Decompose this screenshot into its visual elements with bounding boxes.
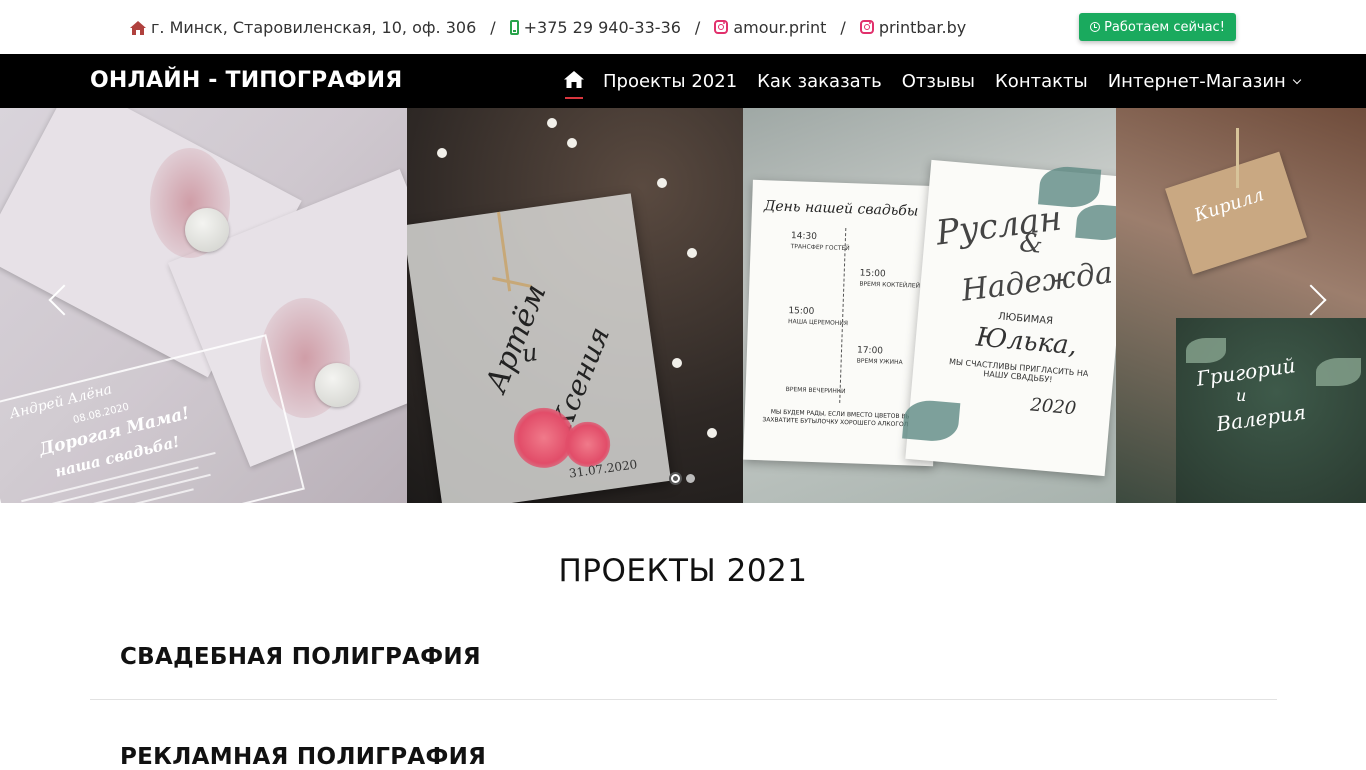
wax-seal [315, 363, 359, 407]
green-and: и [1236, 386, 1247, 405]
acrylic-invitation: Андрей Алёна 08.08.2020 Дорогая Мама! на… [0, 334, 305, 503]
slider-dot-1[interactable] [669, 472, 682, 485]
timeline-note: МЫ БУДЕМ РАДЫ, ЕСЛИ ВМЕСТО ЦВЕТОВ ВЫ ЗАХ… [762, 408, 919, 429]
green-name-2: Валерия [1214, 399, 1308, 437]
timeline-time: 14:30 [790, 231, 818, 243]
babys-breath-flower [657, 178, 667, 188]
instagram-text: printbar.by [878, 17, 967, 37]
chevron-down-icon [1292, 75, 1302, 84]
separator: / [490, 17, 496, 37]
working-now-button[interactable]: Работаем сейчас! [1079, 13, 1236, 41]
instagram-text: amour.print [733, 17, 827, 37]
wax-seal [185, 208, 229, 252]
text-line [28, 488, 194, 503]
section-title: ПРОЕКТЫ 2021 [558, 553, 808, 589]
address-item: г. Минск, Старовиленская, 10, оф. 306 [130, 18, 476, 37]
home-icon [564, 70, 584, 92]
card-year: 2020 [1029, 394, 1078, 420]
twine [1236, 128, 1239, 188]
nav-reviews[interactable]: Отзывы [902, 71, 975, 92]
clock-icon [1090, 22, 1101, 32]
tag-name: Кирилл [1191, 184, 1267, 227]
slide-photo-timeline: День нашей свадьбы 14:30 ТРАНСФЕР ГОСТЕЙ… [743, 108, 1116, 503]
instagram-icon [714, 20, 729, 34]
leaf [1075, 202, 1116, 243]
vellum-name-1: Артём [478, 279, 554, 398]
babys-breath-flower [547, 118, 557, 128]
leaf [1316, 358, 1361, 386]
timeline-time: 15:00 [859, 268, 886, 280]
mobile-phone-icon [509, 19, 519, 35]
vellum-and: и [520, 338, 540, 368]
slider-indicators [669, 472, 699, 485]
card-name-2: Надежда [959, 255, 1115, 309]
timeline-title: День нашей свадьбы [763, 198, 919, 220]
babys-breath-flower [437, 148, 447, 158]
instagram-link-printbar[interactable]: printbar.by [859, 17, 967, 37]
slide-photo-kraft: Кирилл Григорий и Валерия [1116, 108, 1366, 503]
site-brand[interactable]: ОНЛАЙН - ТИПОГРАФИЯ [90, 68, 402, 93]
babys-breath-flower [707, 428, 717, 438]
timeline-event: ВРЕМЯ КОКТЕЙЛЕЙ [859, 280, 921, 290]
timeline-time: 17:00 [856, 345, 884, 357]
vellum-invitation: Артём и Ксения 31.07.2020 [407, 193, 672, 503]
nav-how-to-order[interactable]: Как заказать [757, 71, 882, 92]
top-contact-bar: г. Минск, Старовиленская, 10, оф. 306 / … [0, 0, 1366, 54]
category-wedding-printing[interactable]: СВАДЕБНАЯ ПОЛИГРАФИЯ [120, 644, 481, 670]
category-advertising-printing[interactable]: РЕКЛАМНАЯ ПОЛИГРАФИЯ [120, 744, 486, 770]
timeline-time: 15:00 [788, 306, 815, 317]
timeline-axis [839, 228, 847, 403]
timeline-event: ВРЕМЯ УЖИНА [856, 357, 903, 367]
slider-dot-2[interactable] [686, 474, 695, 483]
leaf [902, 398, 961, 444]
separator: / [840, 17, 846, 37]
hero-slider: Андрей Алёна 08.08.2020 Дорогая Мама! на… [0, 108, 1366, 503]
nav-online-shop-label: Интернет-Магазин [1107, 70, 1286, 92]
working-now-label: Работаем сейчас! [1104, 19, 1225, 35]
leaf [1186, 338, 1226, 363]
card-and: & [1018, 227, 1044, 260]
contact-list: г. Минск, Старовиленская, 10, оф. 306 / … [130, 16, 966, 38]
card-name-1: Руслан [933, 198, 1064, 254]
babys-breath-flower [567, 138, 577, 148]
card-addressee-name: Юлька, [974, 322, 1079, 362]
home-icon [130, 20, 146, 35]
nav-projects-2021[interactable]: Проекты 2021 [603, 71, 737, 92]
babys-breath-flower [687, 248, 697, 258]
nav-contacts[interactable]: Контакты [995, 71, 1088, 92]
separator: / [694, 17, 701, 37]
babys-breath-flower [672, 358, 682, 368]
main-navbar: ОНЛАЙН - ТИПОГРАФИЯ Проекты 2021 Как зак… [0, 54, 1366, 108]
slide-photo-vellum: Артём и Ксения 31.07.2020 [407, 108, 743, 503]
phone-link[interactable]: +375 29 940-33-36 [509, 17, 681, 37]
card-invite: МЫ СЧАСТЛИВЫ ПРИГЛАСИТЬ НА НАШУ СВАДЬБУ! [948, 357, 1089, 385]
greenery-card: Григорий и Валерия [1176, 318, 1366, 503]
instagram-link-amour[interactable]: amour.print [714, 18, 826, 37]
nav-menu: Проекты 2021 Как заказать Отзывы Контакт… [564, 54, 1302, 108]
divider [90, 699, 1277, 700]
address-text: г. Минск, Старовиленская, 10, оф. 306 [151, 17, 477, 37]
nav-online-shop-dropdown[interactable]: Интернет-Магазин [1107, 70, 1302, 92]
timeline-event: НАША ЦЕРЕМОНИЯ [787, 318, 849, 328]
instagram-icon [859, 20, 874, 34]
greenery-invitation: Руслан & Надежда ЛЮБИМАЯ Юлька, МЫ СЧАСТ… [902, 159, 1116, 477]
timeline-event: ВРЕМЯ ВЕЧЕРИНКИ [785, 386, 846, 396]
phone-text: +375 29 940-33-36 [523, 17, 681, 37]
nav-home[interactable] [564, 54, 584, 108]
timeline-event: ТРАНСФЕР ГОСТЕЙ [790, 243, 850, 253]
